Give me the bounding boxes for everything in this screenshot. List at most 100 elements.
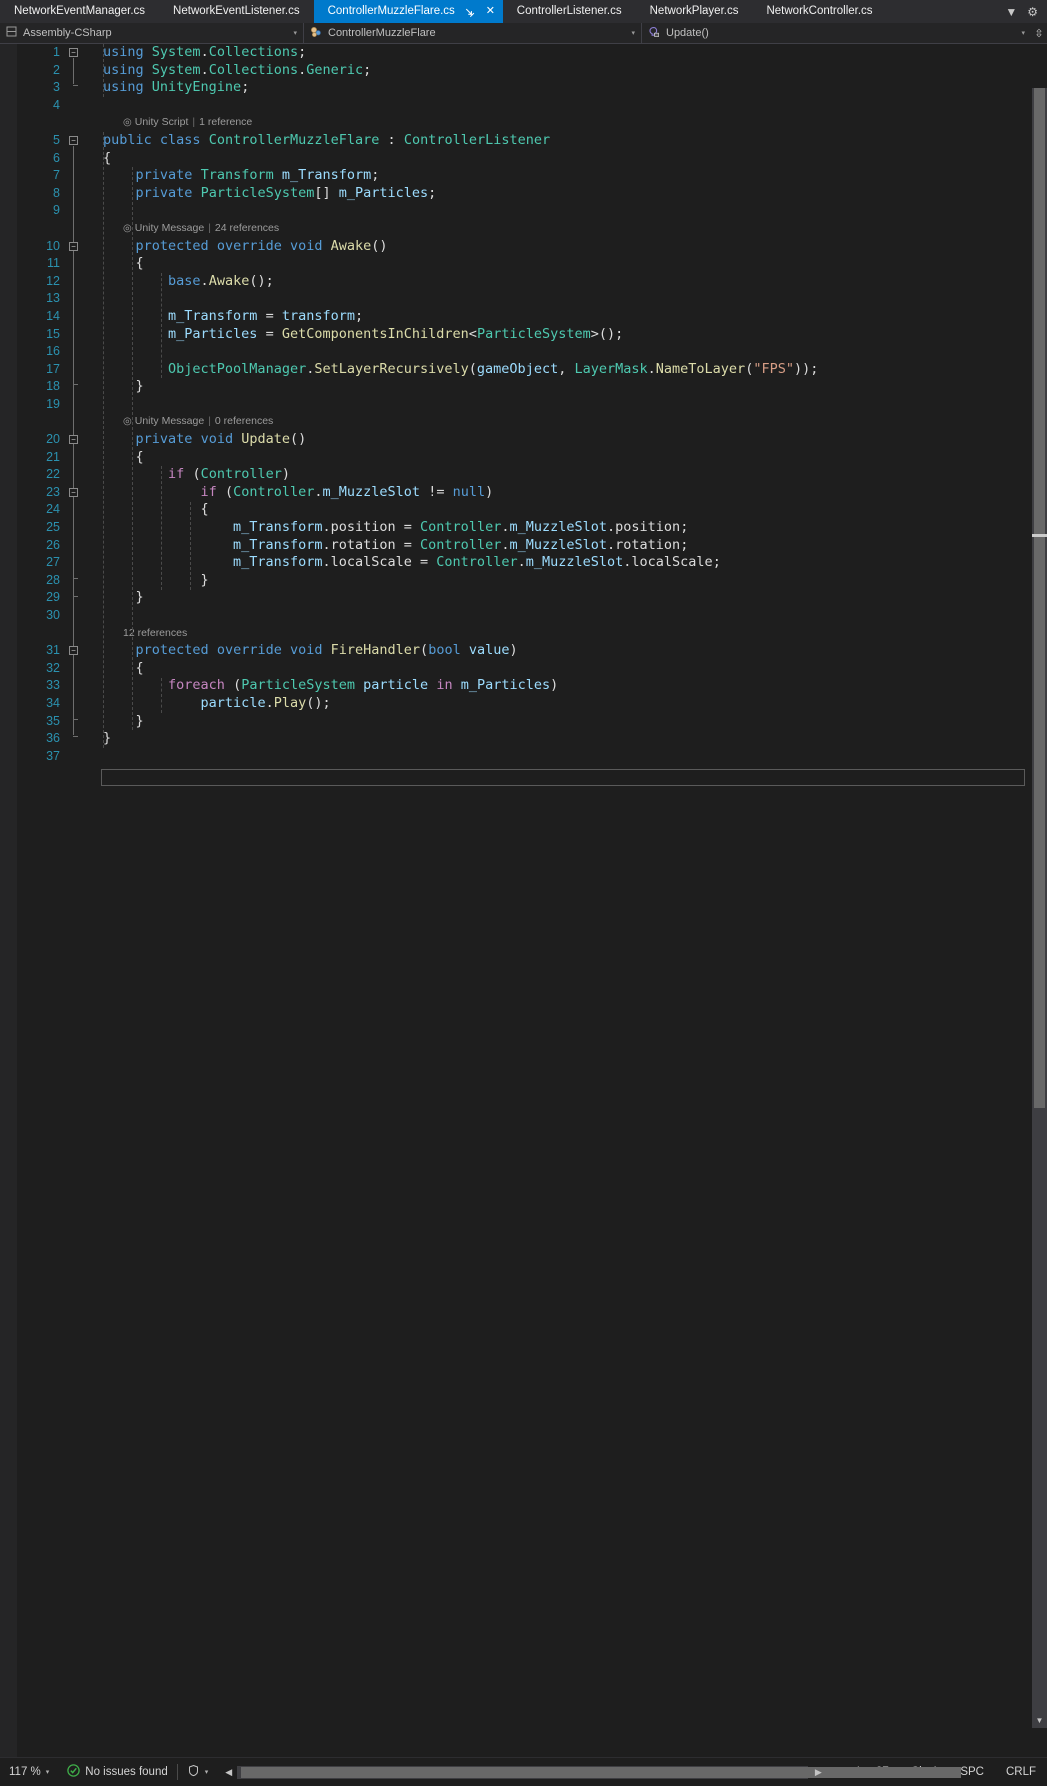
split-editor-icon[interactable]: ⇳ — [1031, 23, 1047, 43]
line-number: 24 — [46, 502, 60, 517]
horizontal-scrollbar-thumb[interactable] — [241, 1766, 962, 1778]
codelens-hint[interactable]: ◎ Unity Message | 24 references — [87, 220, 1047, 238]
codelens-references[interactable]: 1 reference — [199, 116, 252, 128]
line-number: 22 — [46, 467, 60, 482]
member-dropdown[interactable]: Update() ▾ — [642, 23, 1031, 43]
tab-controller-listener[interactable]: ControllerListener.cs — [502, 0, 636, 23]
codelens-references[interactable]: 24 references — [215, 222, 279, 234]
pin-tab-icon[interactable]: ⇥ — [460, 3, 478, 21]
chevron-down-icon[interactable]: ▾ — [1013, 29, 1025, 37]
line-number: 17 — [46, 361, 60, 376]
scroll-right-arrow-icon[interactable]: ▶ — [815, 1765, 822, 1780]
scroll-left-arrow-icon[interactable]: ◀ — [225, 1765, 232, 1780]
code-line[interactable]: if (Controller.m_MuzzleSlot != null) — [87, 484, 1047, 502]
codelens-hint[interactable]: ◎ Unity Script | 1 reference — [87, 114, 1047, 132]
code-line[interactable]: { — [87, 501, 1047, 519]
code-line[interactable] — [87, 202, 1047, 220]
vertical-scrollbar[interactable]: ▼ — [1032, 88, 1047, 1728]
zoom-level-control[interactable]: 117 % ▾ — [0, 1766, 58, 1778]
close-tab-icon[interactable]: ✕ — [484, 6, 497, 17]
code-line[interactable]: base.Awake(); — [87, 273, 1047, 291]
tab-overflow-chevron-down-icon[interactable]: ▼ — [1005, 5, 1017, 19]
code-line[interactable] — [87, 97, 1047, 115]
code-line[interactable]: } — [87, 589, 1047, 607]
codelens-kind[interactable]: Unity Message — [135, 222, 204, 234]
code-line[interactable] — [87, 343, 1047, 361]
tab-controller-muzzle-flare[interactable]: ControllerMuzzleFlare.cs ⇥ ✕ — [313, 0, 503, 23]
collapse-region-toggle[interactable]: − — [69, 435, 78, 445]
code-line[interactable]: if (Controller) — [87, 466, 1047, 484]
code-line[interactable]: m_Transform.position = Controller.m_Muzz… — [87, 519, 1047, 537]
chevron-down-icon[interactable]: ▾ — [46, 1768, 50, 1776]
code-line[interactable]: protected override void Awake() — [87, 238, 1047, 256]
collapse-region-toggle[interactable]: − — [69, 48, 78, 57]
zoom-level-value: 117 % — [9, 1766, 41, 1778]
code-line[interactable]: foreach (ParticleSystem particle in m_Pa… — [87, 677, 1047, 695]
code-line[interactable]: particle.Play(); — [87, 695, 1047, 713]
code-line[interactable] — [87, 748, 1047, 766]
code-line[interactable]: protected override void FireHandler(bool… — [87, 642, 1047, 660]
outlining-margin[interactable]: − − − − − − — [65, 44, 87, 1757]
tab-network-event-listener[interactable]: NetworkEventListener.cs — [159, 0, 314, 23]
indicator-margin[interactable] — [0, 44, 17, 1757]
code-line[interactable] — [87, 290, 1047, 308]
code-line[interactable]: } — [87, 730, 1047, 748]
line-ending-indicator[interactable]: CRLF — [995, 1766, 1047, 1778]
indent-guide — [161, 272, 162, 379]
scroll-down-arrow-icon[interactable]: ▼ — [1032, 1713, 1047, 1728]
code-line[interactable]: private ParticleSystem[] m_Particles; — [87, 185, 1047, 203]
code-line[interactable]: m_Transform = transform; — [87, 308, 1047, 326]
line-number: 31 — [46, 643, 60, 658]
code-line[interactable]: m_Transform.localScale = Controller.m_Mu… — [87, 554, 1047, 572]
code-line[interactable]: using UnityEngine; — [87, 79, 1047, 97]
collapse-region-toggle[interactable]: − — [69, 488, 78, 497]
code-line[interactable] — [87, 607, 1047, 625]
issues-status[interactable]: No issues found — [58, 1764, 176, 1780]
code-line[interactable]: } — [87, 713, 1047, 731]
outline-rail — [73, 498, 74, 577]
visual-studio-window: NetworkEventManager.cs NetworkEventListe… — [0, 0, 1047, 1786]
code-line[interactable]: } — [87, 572, 1047, 590]
vertical-scrollbar-thumb[interactable] — [1034, 88, 1045, 1108]
code-line[interactable]: m_Transform.rotation = Controller.m_Muzz… — [87, 537, 1047, 555]
code-line[interactable]: { — [87, 255, 1047, 273]
line-number: 15 — [46, 326, 60, 341]
type-dropdown[interactable]: ControllerMuzzleFlare ▾ — [304, 23, 642, 43]
tab-network-controller[interactable]: NetworkController.cs — [752, 0, 887, 23]
send-feedback-control[interactable]: ▾ — [178, 1764, 218, 1780]
chevron-down-icon[interactable]: ▾ — [623, 29, 635, 37]
code-line[interactable] — [87, 396, 1047, 414]
tab-network-event-manager[interactable]: NetworkEventManager.cs — [0, 0, 160, 23]
code-line[interactable]: m_Particles = GetComponentsInChildren<Pa… — [87, 326, 1047, 344]
codelens-hint[interactable]: 12 references — [87, 625, 1047, 643]
codelens-references[interactable]: 0 references — [215, 415, 273, 427]
codelens-kind[interactable]: Unity Message — [135, 415, 204, 427]
codelens-hint[interactable]: ◎ Unity Message | 0 references — [87, 413, 1047, 431]
code-line[interactable]: public class ControllerMuzzleFlare : Con… — [87, 132, 1047, 150]
collapse-region-toggle[interactable]: − — [69, 646, 78, 656]
gear-icon[interactable]: ⚙ — [1027, 5, 1038, 19]
chevron-down-icon[interactable]: ▾ — [285, 29, 297, 37]
collapse-region-toggle[interactable]: − — [69, 136, 78, 145]
code-line[interactable]: { — [87, 150, 1047, 168]
codelens-kind[interactable]: Unity Script — [135, 116, 189, 128]
chevron-down-icon[interactable]: ▾ — [205, 1768, 209, 1776]
collapse-region-toggle[interactable]: − — [69, 241, 78, 251]
code-line[interactable]: using System.Collections; — [87, 44, 1047, 62]
code-line[interactable]: { — [87, 449, 1047, 467]
code-editor: 1234 56789 10 11 12 13 14 15 16 17 18 19 20 21 22 23… — [0, 44, 1047, 1757]
code-line[interactable]: private Transform m_Transform; — [87, 167, 1047, 185]
code-line[interactable]: using System.Collections.Generic; — [87, 62, 1047, 80]
code-line[interactable]: private void Update() — [87, 431, 1047, 449]
horizontal-scrollbar[interactable]: ◀ ▶ — [223, 1765, 962, 1780]
tab-network-player[interactable]: NetworkPlayer.cs — [635, 0, 753, 23]
line-number: 33 — [46, 678, 60, 693]
line-number: 19 — [46, 396, 60, 411]
code-text-area[interactable]: using System.Collections; using System.Co… — [87, 44, 1047, 1757]
code-line[interactable]: } — [87, 378, 1047, 396]
code-line[interactable]: { — [87, 660, 1047, 678]
line-number: 8 — [53, 185, 60, 200]
check-circle-icon — [67, 1764, 81, 1780]
project-dropdown[interactable]: Assembly-CSharp ▾ — [0, 23, 304, 43]
code-line[interactable]: ObjectPoolManager.SetLayerRecursively(ga… — [87, 361, 1047, 379]
